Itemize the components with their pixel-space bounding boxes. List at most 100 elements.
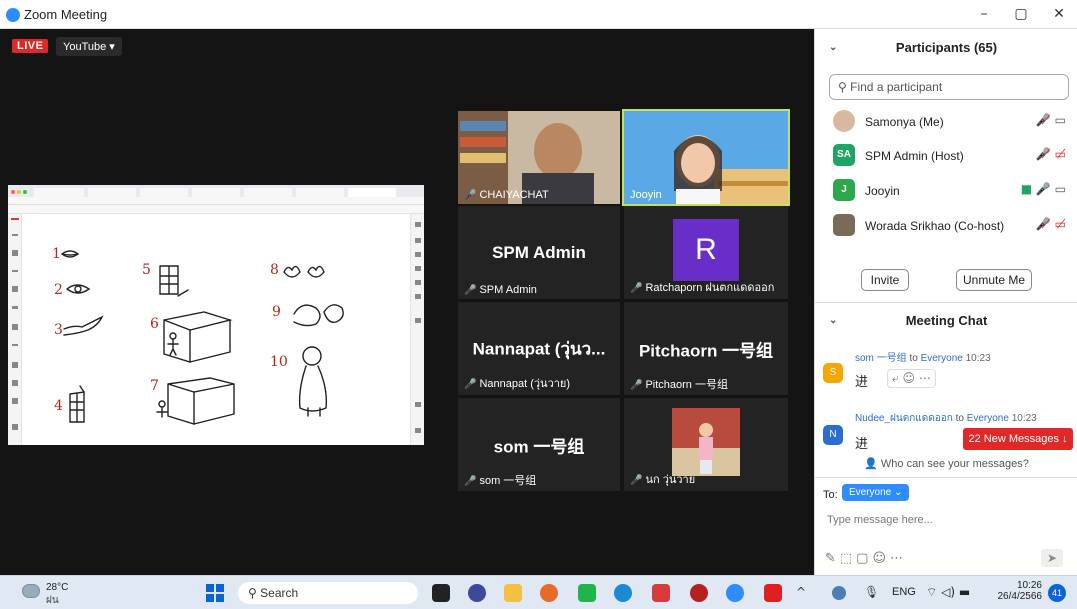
tray-overflow-icon[interactable]: ^	[796, 585, 806, 599]
window-title: Zoom Meeting	[24, 7, 108, 22]
participant-label: 🎤 som 一号组	[464, 475, 537, 487]
participant-label: 🎤 SPM Admin	[464, 284, 537, 296]
recipient-name[interactable]: Everyone	[921, 353, 963, 364]
participant-label: Jooyin	[630, 189, 662, 201]
video-tile-spm-admin[interactable]: SPM Admin 🎤 SPM Admin	[458, 206, 620, 299]
participants-header: ⌄ Participants (65)	[815, 31, 1077, 65]
network-volume-battery-icons[interactable]: ⌔ ◁) ▬	[926, 585, 970, 600]
video-tile-ratchaporn[interactable]: R 🎤 Ratchaporn ฝนตกแดดออก	[624, 206, 788, 299]
mic-muted-icon: 🎤	[630, 283, 643, 294]
notification-badge[interactable]: 41	[1048, 584, 1066, 602]
search-icon: ⚲	[838, 80, 847, 94]
participant-row[interactable]: Worada Srikhao (Co-host) 🎤̸ ▭̸	[815, 209, 1077, 243]
clock-date: 26/4/2566	[997, 591, 1043, 602]
acrobat-icon[interactable]	[764, 584, 782, 602]
minimize-button[interactable]: –	[973, 4, 995, 24]
participant-name: som 一号组	[493, 437, 585, 456]
participant-label: 🎤 CHAIYACHAT	[464, 189, 549, 201]
close-button[interactable]: ✕	[1048, 4, 1070, 24]
video-tile-nok[interactable]: 🎤 นก วุ่นวาย	[624, 398, 788, 491]
language-indicator[interactable]: ENG	[892, 586, 916, 598]
taskview-icon[interactable]	[432, 584, 450, 602]
chat-toolbar[interactable]: ✎⬚▢☺⋯	[825, 551, 907, 566]
participant-label: 🎤 Ratchaporn ฝนตกแดดออก	[630, 282, 775, 294]
chat-app-icon[interactable]	[468, 584, 486, 602]
shared-screen: 1 2 3 4 5 6 7 8 9 10	[8, 185, 424, 445]
avatar: N	[823, 425, 843, 445]
sender-name[interactable]: Nudee_ฝนตกแดดออก	[855, 413, 953, 424]
to-label: To:	[823, 489, 838, 501]
message-text: 进	[855, 374, 869, 389]
message-actions[interactable]: ⤶ ☺ ⋯	[887, 369, 936, 388]
live-badge[interactable]: LIVE	[12, 39, 49, 53]
whiteboard-tools[interactable]	[8, 214, 22, 445]
participant-row[interactable]: J Jooyin ■ 🎤 ▭	[815, 174, 1077, 208]
weather-icon[interactable]	[22, 584, 40, 598]
file-explorer-icon[interactable]	[504, 584, 522, 602]
svg-text:3: 3	[54, 322, 63, 338]
video-tile-som[interactable]: som 一号组 🎤 som 一号组	[458, 398, 620, 491]
side-panel: ⌄ Participants (65) ⚲ Find a participant…	[814, 29, 1077, 575]
zoom-logo-icon	[6, 8, 20, 22]
sender-name[interactable]: som 一号组	[855, 353, 907, 364]
zoom-icon[interactable]	[726, 584, 744, 602]
edge-icon[interactable]	[614, 584, 632, 602]
clock[interactable]: 10:26 26/4/2566	[990, 580, 1043, 602]
participant-search-input[interactable]: ⚲ Find a participant	[829, 74, 1069, 100]
message-text: 进	[855, 436, 869, 451]
taskbar-search[interactable]: ⚲ Search	[238, 582, 418, 604]
new-messages-button[interactable]: 22 New Messages ↓	[963, 428, 1073, 450]
participant-label: 🎤 Pitchaorn 一号组	[630, 379, 728, 391]
clock-time: 10:26	[1016, 580, 1042, 591]
app-tray-icon[interactable]	[832, 586, 846, 600]
meeting-stage: LIVE YouTube ▾ 1 2 3 4 5 6 7 8 9 10 🎤 CH…	[0, 29, 814, 575]
who-can-see-link[interactable]: 👤 Who can see your messages?	[815, 457, 1077, 470]
avatar	[833, 214, 855, 236]
unmute-me-button[interactable]: Unmute Me	[956, 269, 1032, 291]
line-icon[interactable]	[578, 584, 596, 602]
whiteboard-side-tools[interactable]	[410, 214, 424, 445]
stream-target-dropdown[interactable]: YouTube ▾	[56, 37, 122, 56]
weather-desc: ฝน	[46, 595, 59, 606]
mic-muted-icon: 🎤	[464, 476, 477, 487]
search-icon: ⚲	[248, 586, 257, 600]
mic-muted-icon: 🎤̸ ▭̸	[1035, 147, 1066, 161]
collapse-chevron-icon[interactable]: ⌄	[829, 304, 837, 338]
svg-text:8: 8	[270, 262, 279, 278]
video-tile-jooyin[interactable]: Jooyin	[622, 109, 790, 206]
video-tile-pitchaorn[interactable]: Pitchaorn 一号组 🎤 Pitchaorn 一号组	[624, 302, 788, 395]
participant-label: 🎤 Nannapat (วุ่นวาย)	[464, 378, 571, 390]
recipient-dropdown[interactable]: Everyone ⌄	[842, 484, 910, 501]
svg-text:1: 1	[52, 246, 61, 262]
mic-muted-icon: 🎤̸ ▭̸	[1035, 217, 1066, 231]
mic-muted-icon: 🎤	[464, 190, 477, 201]
microphone-icon[interactable]: 🎙	[864, 585, 879, 599]
people-icon: 👤	[864, 458, 878, 470]
avatar: R	[673, 219, 739, 281]
participant-row[interactable]: SA SPM Admin (Host) 🎤̸ ▭̸	[815, 139, 1077, 173]
video-tile-nannapat[interactable]: Nannapat (วุ่นว... 🎤 Nannapat (วุ่นวาย)	[458, 302, 620, 395]
avatar: SA	[833, 144, 855, 166]
invite-button[interactable]: Invite	[861, 269, 909, 291]
start-button[interactable]	[206, 584, 224, 602]
record-icon[interactable]	[690, 584, 708, 602]
divider	[815, 302, 1077, 303]
weather-temp: 28°C	[46, 582, 69, 593]
collapse-chevron-icon[interactable]: ⌄	[829, 31, 837, 65]
participant-row[interactable]: Samonya (Me) 🎤̸ ▭	[815, 105, 1077, 139]
taskbar: 28°C ฝน ⚲ Search ^ 🎙 ENG ⌔ ◁) ▬ 10:26 26/…	[0, 575, 1077, 609]
svg-text:6: 6	[150, 316, 159, 332]
svg-text:10: 10	[270, 354, 288, 370]
avatar	[833, 110, 855, 132]
send-icon[interactable]: ➤	[1041, 549, 1063, 567]
svg-text:4: 4	[54, 398, 63, 414]
address-bar[interactable]	[8, 197, 424, 205]
screen-recorder-icon[interactable]	[652, 584, 670, 602]
video-tile-chaiyachat[interactable]: 🎤 CHAIYACHAT	[458, 111, 620, 204]
chat-input[interactable]: Type message here...	[827, 514, 933, 526]
chat-header: ⌄ Meeting Chat	[815, 304, 1077, 338]
firefox-icon[interactable]	[540, 584, 558, 602]
restore-button[interactable]: ▢	[1010, 4, 1032, 24]
browser-tabs	[8, 185, 424, 197]
recipient-name[interactable]: Everyone	[967, 413, 1009, 424]
